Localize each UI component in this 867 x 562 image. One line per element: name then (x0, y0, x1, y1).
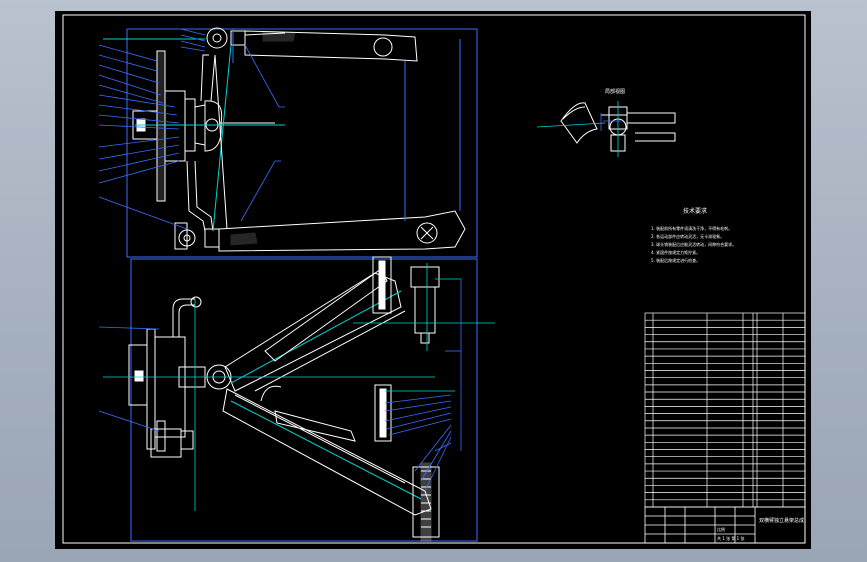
top-view (128, 256, 440, 542)
notes-line-5: 5. 装配后按规定进行检查。 (651, 257, 700, 263)
detail-centerlines (536, 101, 619, 157)
notes-line-4: 4. 紧固件按规定力矩拧紧。 (651, 249, 700, 255)
detail-label: 局部视图 (605, 88, 625, 95)
bom-outline (644, 312, 806, 508)
front-view (132, 27, 466, 252)
sheet-label: 共 1 张 第 1 张 (717, 535, 744, 541)
scale-label: 比例 (717, 526, 725, 532)
notes-line-3: 3. 球头销装配后应能灵活转动，间隙符合要求。 (651, 241, 736, 247)
notes-heading: 技术要求 (683, 207, 707, 215)
bom-table (644, 312, 806, 508)
top-leaders (98, 279, 462, 492)
drawing-name: 双横臂独立悬架总成 (759, 517, 804, 524)
top-view-centerlines (103, 263, 495, 511)
notes-line-1: 1. 装配前所有零件须清洗干净，不得有毛刺。 (651, 225, 732, 231)
assembly-drawing: 局部视图 技术要求 1. 装配前所有零件须清洗干净，不得有毛刺。 2. 各运动部… (62, 14, 806, 544)
technical-notes: 技术要求 1. 装配前所有零件须清洗干净，不得有毛刺。 2. 各运动部件应转动灵… (651, 207, 736, 263)
notes-line-2: 2. 各运动部件应转动灵活，无卡滞现象。 (651, 233, 724, 239)
drawing-canvas[interactable]: 局部视图 技术要求 1. 装配前所有零件须清洗干净，不得有毛刺。 2. 各运动部… (55, 11, 811, 549)
